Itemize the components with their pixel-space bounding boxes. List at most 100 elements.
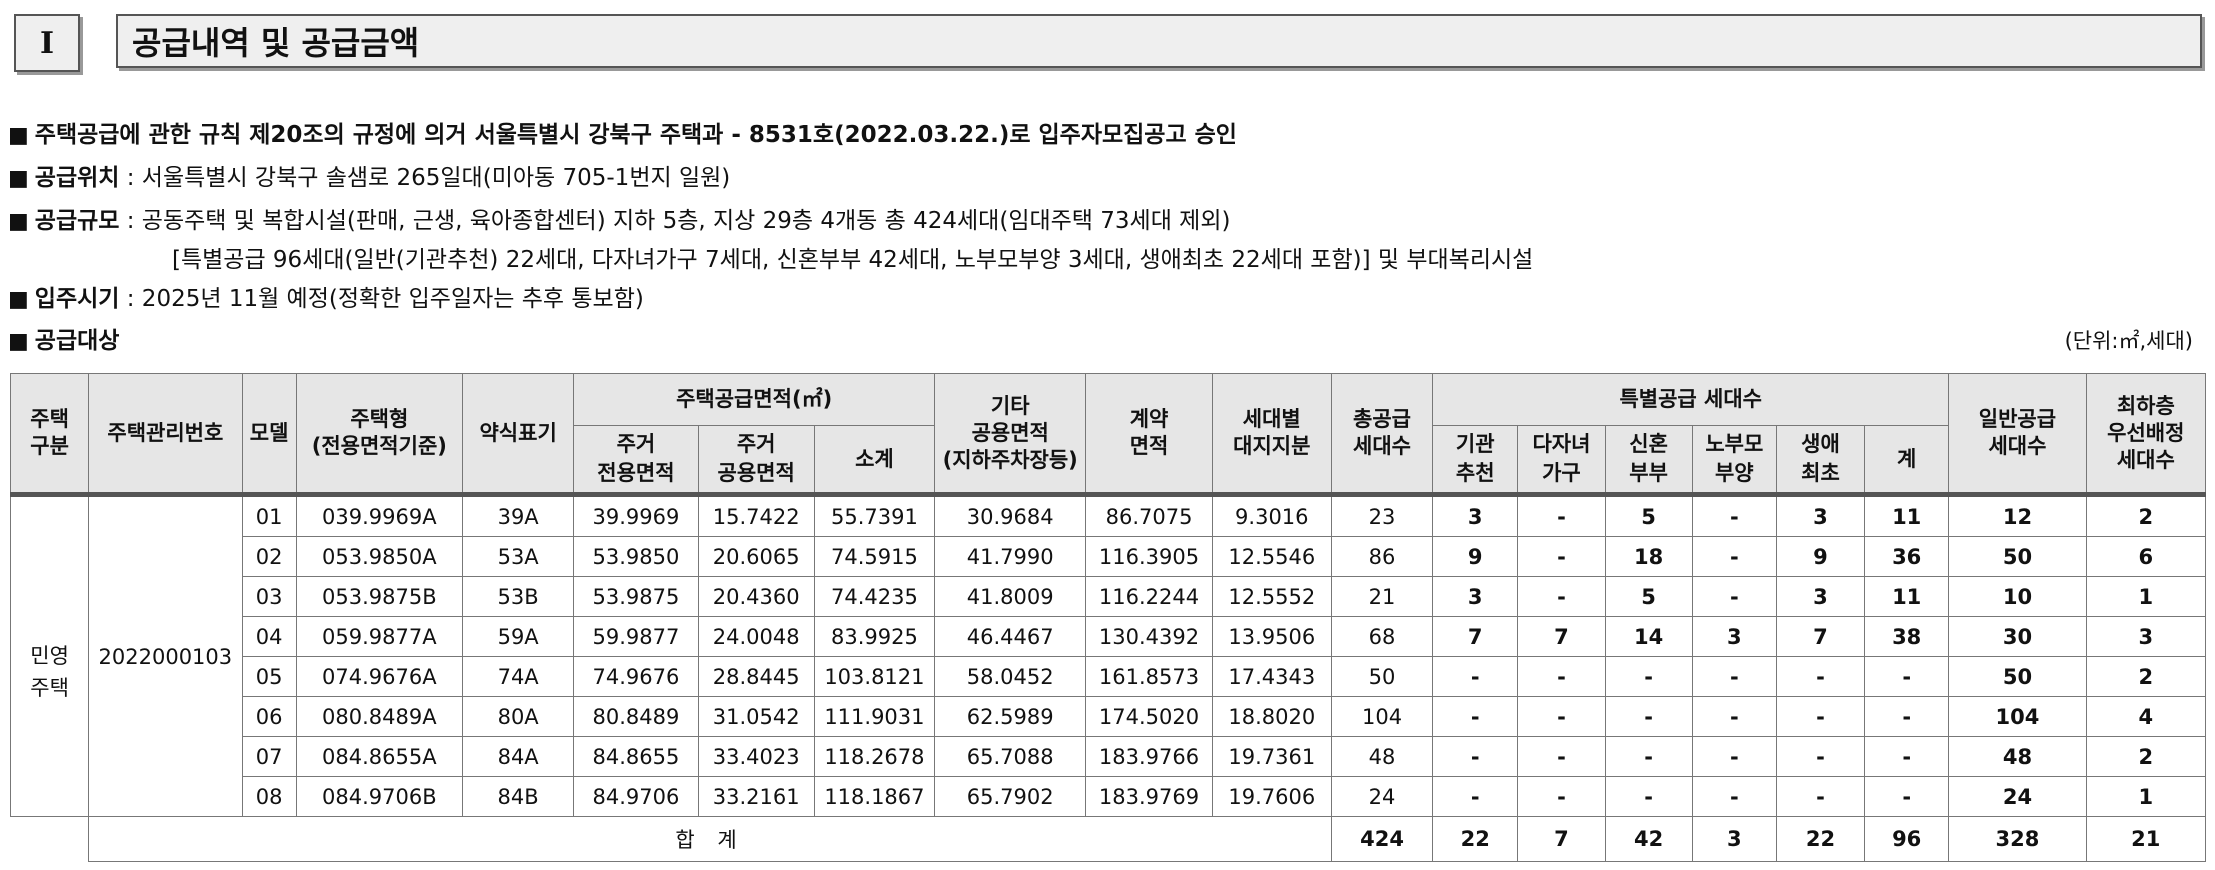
lowest-floor-cell: 6 bbox=[2085, 536, 2207, 577]
target-label: 공급대상 bbox=[34, 328, 120, 354]
abbr-cell: 39A bbox=[461, 492, 575, 537]
header-exclusive: 주거 전용면적 bbox=[573, 425, 699, 495]
square-bullet-icon: ■ bbox=[8, 123, 29, 148]
first-life-cell: - bbox=[1775, 696, 1866, 737]
newlywed-cell: - bbox=[1604, 776, 1693, 817]
header-subtotal: 소계 bbox=[813, 425, 936, 495]
exclusive-area-cell: 53.9875 bbox=[573, 576, 699, 617]
common-area-cell: 28.8445 bbox=[697, 656, 815, 697]
house-type-cell: 053.9850A bbox=[295, 536, 464, 577]
first-life-cell: 9 bbox=[1775, 536, 1866, 577]
other-common-cell: 41.8009 bbox=[934, 576, 1087, 617]
header-elderly: 노부모 부양 bbox=[1691, 425, 1777, 495]
general-cell: 50 bbox=[1948, 656, 2087, 697]
common-area-cell: 33.4023 bbox=[697, 736, 815, 777]
header-lowest-floor: 최하층 우선배정 세대수 bbox=[2085, 373, 2207, 495]
general-cell: 24 bbox=[1948, 776, 2087, 817]
model-cell: 02 bbox=[241, 536, 297, 577]
contract-area-cell: 183.9766 bbox=[1085, 736, 1213, 777]
model-cell: 07 bbox=[241, 736, 297, 777]
common-area-cell: 31.0542 bbox=[697, 696, 815, 737]
header-other-common: 기타 공용면적 (지하주차장등) bbox=[934, 373, 1087, 495]
model-cell: 01 bbox=[241, 492, 297, 537]
square-bullet-icon: ■ bbox=[8, 209, 29, 234]
lowest-floor-cell: 2 bbox=[2085, 736, 2207, 777]
header-house-type: 주택형 (전용면적기준) bbox=[295, 373, 464, 495]
abbr-cell: 84A bbox=[461, 736, 575, 777]
model-cell: 05 bbox=[241, 656, 297, 697]
header-institution: 기관 추천 bbox=[1432, 425, 1519, 495]
other-common-cell: 62.5989 bbox=[934, 696, 1087, 737]
model-cell: 06 bbox=[241, 696, 297, 737]
total-units-cell: 23 bbox=[1330, 492, 1434, 537]
elderly-cell: - bbox=[1691, 536, 1777, 577]
other-common-cell: 41.7990 bbox=[934, 536, 1087, 577]
table-row: 03 053.9875B 53B 53.9875 20.4360 74.4235 41.80… bbox=[11, 576, 2207, 617]
special-sum-cell: 11 bbox=[1864, 576, 1950, 617]
exclusive-area-cell: 39.9969 bbox=[573, 492, 699, 537]
abbr-cell: 84B bbox=[461, 776, 575, 817]
land-share-cell: 12.5552 bbox=[1211, 576, 1332, 617]
elderly-cell: - bbox=[1691, 736, 1777, 777]
subtotal-area-cell: 103.8121 bbox=[813, 656, 936, 697]
model-cell: 04 bbox=[241, 616, 297, 657]
approval-line: ■ 주택공급에 관한 규칙 제20조의 규정에 의거 서울특별시 강북구 주택과 … bbox=[8, 120, 1237, 151]
header-general: 일반공급 세대수 bbox=[1948, 373, 2087, 495]
first-life-cell: - bbox=[1775, 776, 1866, 817]
house-type-cell: 084.9706B bbox=[295, 776, 464, 817]
first-life-cell: 3 bbox=[1775, 492, 1866, 537]
land-share-cell: 17.4343 bbox=[1211, 656, 1332, 697]
general-cell: 10 bbox=[1948, 576, 2087, 617]
abbr-cell: 53B bbox=[461, 576, 575, 617]
elderly-cell: - bbox=[1691, 656, 1777, 697]
totals-lowest-floor-cell: 21 bbox=[2085, 816, 2207, 862]
scale-label: 공급규모 bbox=[34, 208, 120, 234]
table-row: 04 059.9877A 59A 59.9877 24.0048 83.9925 46.44… bbox=[11, 616, 2207, 657]
total-units-cell: 50 bbox=[1330, 656, 1434, 697]
header-multichild: 다자녀 가구 bbox=[1517, 425, 1606, 495]
other-common-cell: 58.0452 bbox=[934, 656, 1087, 697]
header-mgmt-no: 주택관리번호 bbox=[88, 373, 243, 495]
subtotal-area-cell: 111.9031 bbox=[813, 696, 936, 737]
general-cell: 50 bbox=[1948, 536, 2087, 577]
contract-area-cell: 183.9769 bbox=[1085, 776, 1213, 817]
total-units-cell: 48 bbox=[1330, 736, 1434, 777]
section-numeral: I bbox=[14, 14, 80, 72]
land-share-cell: 19.7361 bbox=[1211, 736, 1332, 777]
scale-value-continued: [특별공급 96세대(일반(기관추천) 22세대, 다자녀가구 7세대, 신혼부… bbox=[172, 247, 1534, 273]
common-area-cell: 24.0048 bbox=[697, 616, 815, 657]
special-sum-cell: - bbox=[1864, 656, 1950, 697]
house-type-cell: 080.8489A bbox=[295, 696, 464, 737]
newlywed-cell: 5 bbox=[1604, 576, 1693, 617]
totals-institution-cell: 22 bbox=[1432, 816, 1519, 862]
newlywed-cell: 5 bbox=[1604, 492, 1693, 537]
housing-category-cell: 민영 주택 bbox=[9, 492, 90, 817]
contract-area-cell: 86.7075 bbox=[1085, 492, 1213, 537]
elderly-cell: - bbox=[1691, 696, 1777, 737]
contract-area-cell: 174.5020 bbox=[1085, 696, 1213, 737]
table-row: 08 084.9706B 84B 84.9706 33.2161 118.1867 65.7… bbox=[11, 776, 2207, 817]
multichild-cell: - bbox=[1517, 492, 1606, 537]
abbr-cell: 74A bbox=[461, 656, 575, 697]
location-value: : 서울특별시 강북구 솔샘로 265일대(미아동 705-1번지 일원) bbox=[119, 165, 731, 191]
lowest-floor-cell: 2 bbox=[2085, 492, 2207, 537]
house-type-cell: 053.9875B bbox=[295, 576, 464, 617]
header-land-share: 세대별 대지지분 bbox=[1211, 373, 1332, 495]
subtotal-area-cell: 74.4235 bbox=[813, 576, 936, 617]
house-type-cell: 039.9969A bbox=[295, 492, 464, 537]
institution-cell: 7 bbox=[1432, 616, 1519, 657]
general-cell: 12 bbox=[1948, 492, 2087, 537]
first-life-cell: - bbox=[1775, 656, 1866, 697]
institution-cell: 3 bbox=[1432, 492, 1519, 537]
header-housing-type: 주택 구분 bbox=[9, 373, 90, 495]
land-share-cell: 18.8020 bbox=[1211, 696, 1332, 737]
general-cell: 48 bbox=[1948, 736, 2087, 777]
model-cell: 03 bbox=[241, 576, 297, 617]
total-units-cell: 21 bbox=[1330, 576, 1434, 617]
exclusive-area-cell: 84.8655 bbox=[573, 736, 699, 777]
exclusive-area-cell: 74.9676 bbox=[573, 656, 699, 697]
exclusive-area-cell: 53.9850 bbox=[573, 536, 699, 577]
subtotal-area-cell: 83.9925 bbox=[813, 616, 936, 657]
multichild-cell: - bbox=[1517, 736, 1606, 777]
land-share-cell: 13.9506 bbox=[1211, 616, 1332, 657]
